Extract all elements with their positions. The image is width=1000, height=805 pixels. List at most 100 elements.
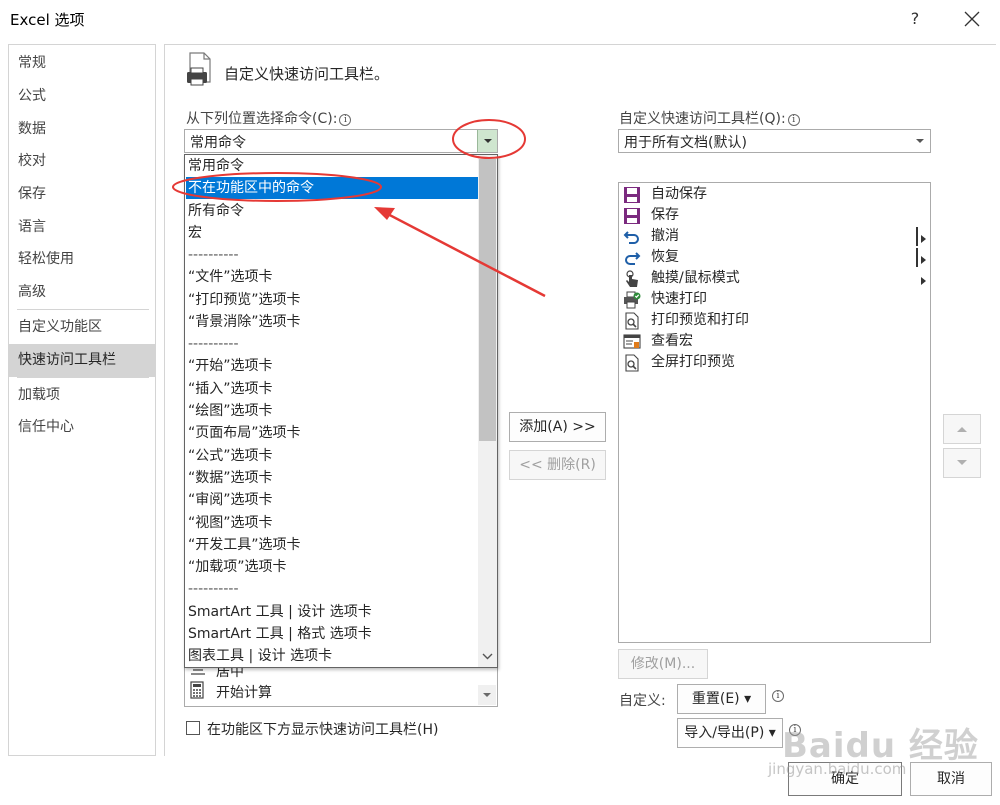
remove-button[interactable]: << 删除(R) — [509, 450, 606, 480]
dropdown-option[interactable]: “插入”选项卡 — [186, 378, 478, 400]
qat-item-save[interactable]: 保存 — [621, 205, 930, 226]
qat-item-label: 全屏打印预览 — [651, 354, 735, 370]
qat-item-touch-mouse-mode[interactable]: 触摸/鼠标模式 — [621, 268, 930, 289]
modify-button[interactable]: 修改(M)... — [618, 649, 708, 679]
import-export-button[interactable]: 导入/导出(P) ▾ — [677, 718, 783, 748]
nav-item-save[interactable]: 保存 — [9, 178, 155, 211]
qat-item-print-preview[interactable]: 打印预览和打印 — [621, 310, 930, 331]
dropdown-scrollbar[interactable] — [478, 155, 497, 667]
cancel-button[interactable]: 取消 — [910, 762, 992, 796]
dropdown-option[interactable]: “绘图”选项卡 — [186, 400, 478, 422]
chevron-down-icon — [916, 139, 924, 143]
print-preview-icon — [623, 312, 641, 330]
dropdown-option-highlighted[interactable]: 不在功能区中的命令 — [186, 177, 478, 199]
reset-button[interactable]: 重置(E) ▾ — [677, 684, 766, 714]
qat-item-label: 快速打印 — [651, 291, 707, 307]
dropdown-option[interactable]: “开发工具”选项卡 — [186, 534, 478, 556]
info-icon: i — [789, 724, 801, 736]
close-icon — [964, 11, 980, 27]
help-button[interactable]: ? — [898, 4, 932, 34]
dropdown-option[interactable]: 常用命令 — [186, 155, 478, 177]
qat-commands-list[interactable]: 自动保存 保存 撤消 恢复 触摸/鼠标模式 快速打印 打印预览和打印 查看宏 全… — [618, 182, 931, 643]
dropdown-option[interactable]: “加载项”选项卡 — [186, 556, 478, 578]
window-title: Excel 选项 — [10, 11, 85, 29]
qat-item-label: 自动保存 — [651, 186, 707, 202]
choose-commands-label-text: 从下列位置选择命令(C): — [186, 111, 338, 127]
customizations-label: 自定义: — [619, 693, 666, 709]
nav-item-proofing[interactable]: 校对 — [9, 145, 155, 178]
dropdown-option[interactable]: “打印预览”选项卡 — [186, 289, 478, 311]
close-button[interactable] — [955, 4, 989, 34]
dropdown-option[interactable]: SmartArt 工具 | 设计 选项卡 — [186, 601, 478, 623]
list-item[interactable]: 开始计算 — [216, 682, 272, 702]
dropdown-option[interactable]: “审阅”选项卡 — [186, 489, 478, 511]
choose-commands-value: 常用命令 — [190, 135, 246, 151]
qat-item-autosave[interactable]: 自动保存 — [621, 184, 930, 205]
nav-item-trust-center[interactable]: 信任中心 — [9, 411, 155, 444]
nav-item-accessibility[interactable]: 轻松使用 — [9, 243, 155, 276]
nav-item-customize-ribbon[interactable]: 自定义功能区 — [9, 311, 155, 344]
qat-item-label: 查看宏 — [651, 333, 693, 349]
scroll-down-button[interactable] — [478, 685, 496, 705]
scroll-down-button[interactable] — [478, 647, 497, 665]
floppy-icon — [623, 207, 641, 225]
dropdown-option[interactable]: “页面布局”选项卡 — [186, 422, 478, 444]
dropdown-option[interactable]: “视图”选项卡 — [186, 512, 478, 534]
chevron-down-icon — [482, 653, 493, 660]
dropdown-option[interactable]: 图表工具 | 设计 选项卡 — [186, 645, 478, 667]
dropdown-option[interactable]: “公式”选项卡 — [186, 445, 478, 467]
dropdown-option[interactable]: 宏 — [186, 222, 478, 244]
touch-icon — [623, 270, 641, 288]
dropdown-option[interactable]: “文件”选项卡 — [186, 266, 478, 288]
dropdown-option[interactable]: “开始”选项卡 — [186, 355, 478, 377]
qat-item-redo[interactable]: 恢复 — [621, 247, 930, 268]
move-up-button[interactable] — [943, 414, 981, 444]
nav-item-general[interactable]: 常规 — [9, 47, 155, 80]
undo-icon — [623, 228, 641, 246]
choose-commands-dropdown[interactable]: 常用命令 不在功能区中的命令 所有命令 宏 ---------- “文件”选项卡… — [184, 154, 498, 668]
dropdown-separator: ---------- — [188, 336, 239, 352]
nav-item-formulas[interactable]: 公式 — [9, 80, 155, 113]
dropdown-arrow-button[interactable] — [910, 130, 930, 152]
qat-item-label: 打印预览和打印 — [651, 312, 749, 328]
nav-item-data[interactable]: 数据 — [9, 113, 155, 146]
dropdown-separator: ---------- — [188, 581, 239, 597]
ok-button[interactable]: 确定 — [788, 762, 902, 796]
calculator-icon — [189, 681, 205, 699]
info-icon: i — [339, 114, 352, 126]
qat-item-label: 触摸/鼠标模式 — [651, 270, 740, 286]
dropdown-option[interactable]: “背景消除”选项卡 — [186, 311, 478, 333]
info-icon: i — [772, 690, 784, 702]
move-down-button[interactable] — [943, 448, 981, 478]
nav-divider — [17, 377, 149, 378]
add-button[interactable]: 添加(A) >> — [509, 412, 606, 442]
nav-item-language[interactable]: 语言 — [9, 211, 155, 244]
dropdown-arrow-button[interactable] — [477, 130, 497, 152]
title-bar: Excel 选项 ? — [0, 0, 1000, 38]
qat-item-fullscreen-print-preview[interactable]: 全屏打印预览 — [621, 352, 930, 373]
triangle-up-icon — [957, 427, 967, 432]
choose-commands-combo[interactable]: 常用命令 — [184, 129, 498, 153]
dropdown-option[interactable]: SmartArt 工具 | 格式 选项卡 — [186, 623, 478, 645]
chevron-down-icon — [484, 139, 492, 143]
show-below-ribbon-label: 在功能区下方显示快速访问工具栏(H) — [207, 722, 439, 738]
qat-item-quick-print[interactable]: 快速打印 — [621, 289, 930, 310]
nav-divider — [17, 309, 149, 310]
nav-item-advanced[interactable]: 高级 — [9, 276, 155, 309]
fullscreen-preview-icon — [623, 354, 641, 372]
nav-item-addins[interactable]: 加载项 — [9, 379, 155, 412]
nav-item-quick-access-toolbar[interactable]: 快速访问工具栏 — [9, 344, 155, 377]
customize-qat-label-text: 自定义快速访问工具栏(Q): — [619, 111, 786, 127]
show-below-ribbon-checkbox[interactable] — [186, 721, 200, 735]
qat-item-view-macros[interactable]: 查看宏 — [621, 331, 930, 352]
submenu-separator — [916, 248, 918, 267]
dropdown-option[interactable]: 所有命令 — [186, 200, 478, 222]
floppy-icon — [623, 186, 641, 204]
scrollbar-thumb[interactable] — [479, 159, 496, 441]
triangle-down-icon — [957, 460, 967, 465]
customize-qat-combo[interactable]: 用于所有文档(默认) — [618, 129, 931, 153]
qat-item-label: 恢复 — [651, 249, 679, 265]
dropdown-option[interactable]: “数据”选项卡 — [186, 467, 478, 489]
chevron-down-icon — [483, 693, 491, 697]
qat-item-undo[interactable]: 撤消 — [621, 226, 930, 247]
